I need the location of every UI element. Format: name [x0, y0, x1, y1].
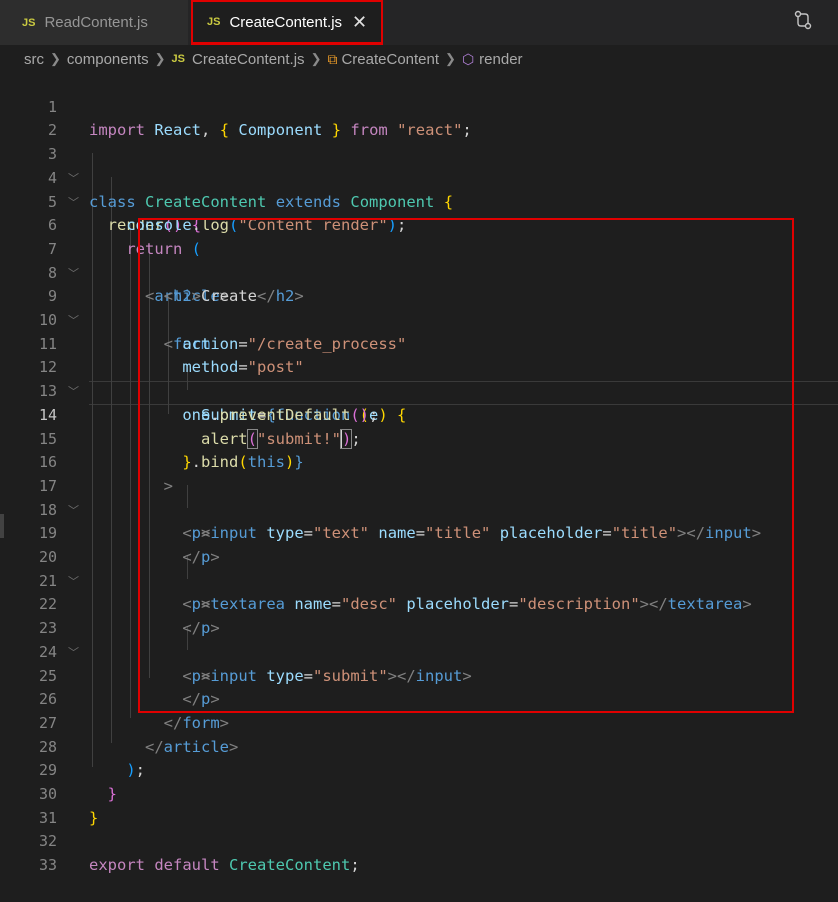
tab-createcontent[interactable]: JS CreateContent.js ✕ [191, 0, 383, 45]
breadcrumb: src ❯ components ❯ JS CreateContent.js ❯… [0, 45, 838, 73]
code-line: 28 ); [0, 712, 838, 780]
code-line: 30 } [0, 759, 838, 827]
code-line: 4 ﹀ render() { [0, 143, 838, 234]
chevron-right-icon: ❯ [50, 51, 61, 66]
breadcrumb-item-src[interactable]: src [24, 51, 44, 68]
editor-actions [794, 0, 838, 45]
code-line: 3 ﹀ class CreateContent extends Componen… [0, 119, 838, 210]
source-control-compare-icon[interactable] [794, 10, 812, 35]
line-number: 33 [38, 856, 57, 875]
breadcrumb-item-class[interactable]: CreateContent [341, 51, 439, 68]
tab-label: ReadContent.js [44, 14, 148, 31]
class-icon: ⧉ [327, 50, 338, 67]
js-file-icon: JS [207, 16, 221, 28]
chevron-right-icon: ❯ [154, 51, 166, 66]
code-line: 29 } [0, 736, 838, 803]
code-line: 5 console.log("Content render"); [0, 167, 838, 235]
chevron-right-icon: ❯ [445, 51, 456, 66]
breadcrumb-item-method[interactable]: render [479, 51, 522, 68]
js-file-icon: JS [22, 16, 36, 29]
tab-bar: JS ReadContent.js JS CreateContent.js ✕ [0, 0, 838, 45]
code-line: 2 [0, 96, 838, 139]
annotation-highlight-box [138, 218, 794, 713]
code-editor[interactable]: 1 import React, { Component } from "reac… [0, 72, 838, 874]
breadcrumb-item-components[interactable]: components [67, 51, 149, 68]
tab-label: CreateContent.js [229, 13, 343, 31]
code-line: 32 export default CreateContent; [0, 807, 838, 874]
code-line: 31 [0, 783, 838, 827]
code-line: 33 [0, 830, 838, 874]
js-file-icon: JS [171, 53, 185, 65]
chevron-right-icon: ❯ [310, 51, 322, 66]
code-line: 6 return ( [0, 191, 838, 258]
method-cube-icon: ⬡ [461, 50, 475, 67]
code-line: 1 import React, { Component } from "reac… [0, 72, 838, 140]
close-icon[interactable]: ✕ [352, 13, 367, 31]
breadcrumb-item-file[interactable]: CreateContent.js [192, 51, 305, 68]
tab-readcontent[interactable]: JS ReadContent.js [0, 0, 188, 45]
